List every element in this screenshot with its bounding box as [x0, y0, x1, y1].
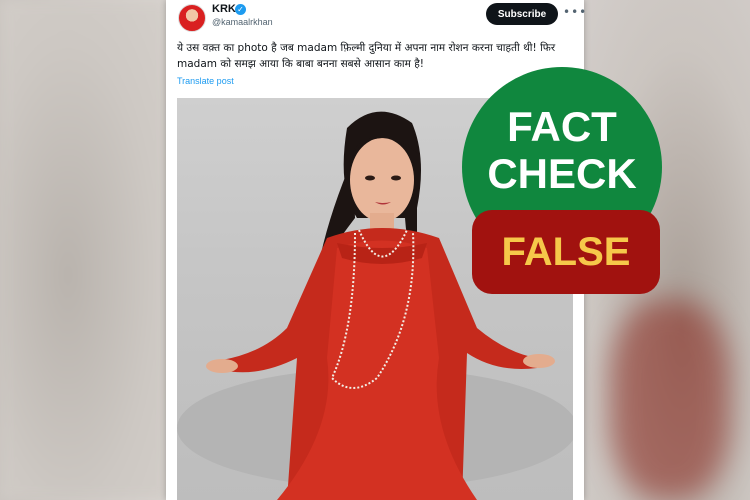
more-options-icon[interactable]: ••• [563, 5, 587, 19]
subscribe-button[interactable]: Subscribe [486, 3, 558, 25]
verdict-label: FALSE [472, 210, 660, 294]
badge-check-text: CHECK [487, 150, 637, 197]
verified-badge-icon: ✓ [235, 4, 246, 15]
fact-check-badge: FACT CHECK FALSE [458, 67, 668, 297]
avatar-icon[interactable] [178, 4, 206, 32]
author-handle[interactable]: @kamaalrkhan [212, 17, 273, 27]
background-left [0, 0, 170, 500]
badge-fact-text: FACT [507, 103, 617, 150]
background-blur-red [610, 300, 730, 500]
author-name[interactable]: KRK [212, 3, 236, 15]
translate-post-link[interactable]: Translate post [177, 76, 234, 86]
